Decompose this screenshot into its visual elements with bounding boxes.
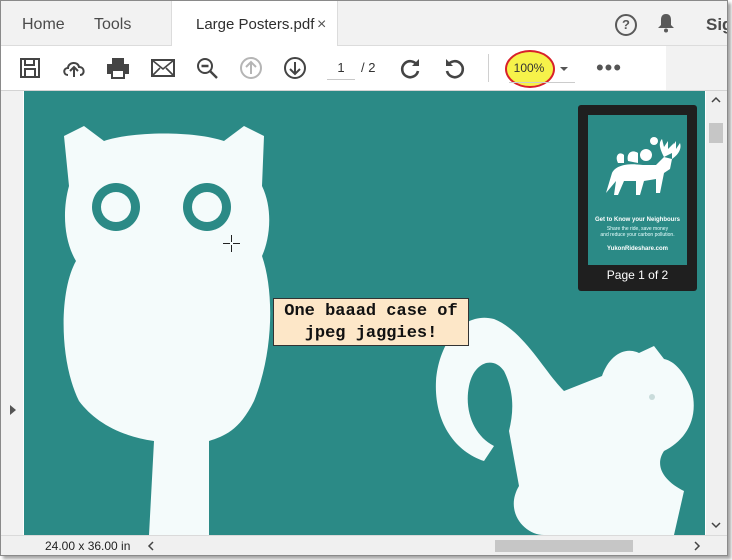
zoom-field-underline xyxy=(509,82,575,83)
toolbar-right-panel xyxy=(666,46,727,90)
more-tools-icon[interactable]: ••• xyxy=(595,54,623,82)
save-icon[interactable] xyxy=(16,54,44,82)
thumbnail-page-label: Page 1 of 2 xyxy=(606,268,669,282)
tab-bar: Home Tools Large Posters.pdf × ? Sig xyxy=(1,1,727,46)
sign-in-link[interactable]: Sig xyxy=(706,15,727,35)
expand-left-panel-icon[interactable] xyxy=(9,403,17,421)
zoom-dropdown-chevron-icon[interactable] xyxy=(559,60,569,78)
thumbnail-page-preview: Get to Know your Neighbours Share the ri… xyxy=(588,115,687,265)
email-icon[interactable] xyxy=(149,54,177,82)
tab-tools[interactable]: Tools xyxy=(94,1,131,45)
vertical-scrollbar[interactable] xyxy=(706,91,727,535)
thumbnail-subtext-line-2: and reduce your carbon pollution. xyxy=(600,232,675,238)
tab-document-label: Large Posters.pdf xyxy=(196,16,315,33)
page-dimensions: 24.00 x 36.00 in xyxy=(45,539,131,553)
help-icon[interactable]: ? xyxy=(615,14,637,36)
tab-document[interactable]: Large Posters.pdf × xyxy=(171,1,338,46)
annotation-line-1: One baaad case of xyxy=(284,302,458,321)
annotation-line-2: jpeg jaggies! xyxy=(304,324,438,343)
status-bar: 24.00 x 36.00 in xyxy=(1,535,727,555)
page-total: / 2 xyxy=(361,60,376,75)
next-page-icon[interactable] xyxy=(281,54,309,82)
toolbar-separator xyxy=(488,54,489,82)
tab-home[interactable]: Home xyxy=(22,1,65,45)
annotation-callout: One baaad case of jpeg jaggies! xyxy=(273,298,469,346)
vertical-scroll-thumb[interactable] xyxy=(709,123,723,143)
app-window: Home Tools Large Posters.pdf × ? Sig xyxy=(0,0,728,556)
toolbar: 1 / 2 100% ••• xyxy=(1,46,727,91)
scroll-down-icon[interactable] xyxy=(711,521,721,529)
thumbnail-subtext: Share the ride, save money and reduce yo… xyxy=(588,226,687,238)
zoom-level-field[interactable]: 100% xyxy=(509,54,549,82)
thumbnail-headline: Get to Know your Neighbours xyxy=(595,217,680,223)
upload-cloud-icon[interactable] xyxy=(60,54,88,82)
scroll-up-icon[interactable] xyxy=(711,96,721,104)
scroll-left-icon[interactable] xyxy=(147,541,155,551)
zoom-out-icon[interactable] xyxy=(193,54,221,82)
left-panel-rail xyxy=(1,91,23,535)
rotate-counterclockwise-icon[interactable] xyxy=(441,54,469,82)
page-thumbnail-popup[interactable]: Get to Know your Neighbours Share the ri… xyxy=(578,105,697,291)
thumbnail-url: YukonRideshare.com xyxy=(606,246,669,252)
rotate-clockwise-icon[interactable] xyxy=(396,54,424,82)
previous-page-icon[interactable] xyxy=(237,54,265,82)
moose-logo-icon xyxy=(606,137,681,195)
horizontal-scroll-thumb[interactable] xyxy=(495,540,633,552)
page-number-input[interactable]: 1 xyxy=(327,57,355,80)
bell-icon[interactable] xyxy=(657,13,675,38)
close-tab-icon[interactable]: × xyxy=(317,1,326,49)
crosshair-cursor-icon xyxy=(223,235,240,257)
print-icon[interactable] xyxy=(104,54,132,82)
scroll-right-icon[interactable] xyxy=(693,541,701,551)
